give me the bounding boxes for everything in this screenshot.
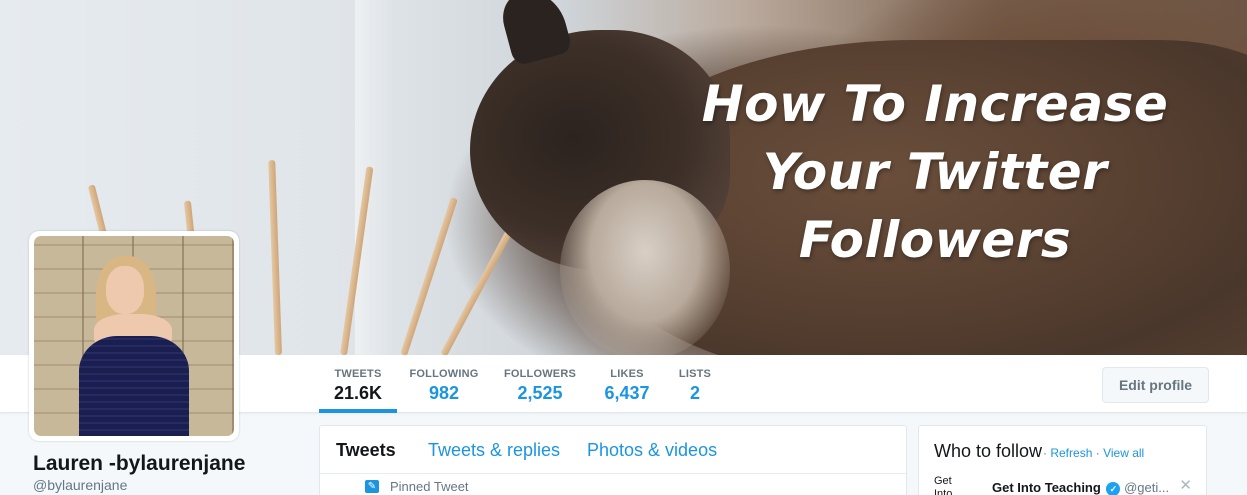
- stat-followers[interactable]: FOLLOWERS 2,525: [500, 355, 580, 413]
- suggestion-name: Get Into Teaching: [992, 480, 1101, 495]
- verified-icon: ✓: [1106, 481, 1121, 495]
- pin-icon: ✎: [365, 480, 379, 493]
- stat-value: 6,437: [604, 383, 650, 403]
- separator: ·: [1095, 446, 1100, 460]
- tab-tweets[interactable]: Tweets: [336, 440, 396, 461]
- suggestion-avatar[interactable]: Get Into: [934, 475, 970, 495]
- pinned-tweet-label: ✎ Pinned Tweet: [365, 479, 469, 494]
- avatar-dress: [79, 336, 189, 436]
- avatar[interactable]: [29, 231, 239, 441]
- profile-handle[interactable]: @bylaurenjane: [33, 477, 127, 493]
- timeline-tabs: Tweets Tweets & replies Photos & videos: [320, 426, 906, 474]
- stat-value: 21.6K: [333, 383, 383, 403]
- who-to-follow-title: Who to follow: [934, 441, 1043, 461]
- suggestion-user[interactable]: Get Into Teaching ✓ @geti...: [992, 480, 1169, 495]
- stat-likes[interactable]: LIKES 6,437: [598, 355, 656, 413]
- banner-headline: How To Increase Your Twitter Followers: [701, 75, 1169, 269]
- who-to-follow-links: · Refresh · View all: [1043, 446, 1144, 460]
- stat-tweets[interactable]: TWEETS 21.6K: [319, 355, 397, 413]
- stat-value: 2: [689, 383, 700, 403]
- stat-label: FOLLOWING: [409, 368, 479, 380]
- stat-following[interactable]: FOLLOWING 982: [405, 355, 483, 413]
- stat-value: 982: [428, 383, 460, 403]
- stat-label: LIKES: [610, 368, 644, 380]
- stat-lists[interactable]: LISTS 2: [672, 355, 718, 413]
- separator: ·: [1043, 446, 1047, 460]
- stat-label: TWEETS: [334, 368, 382, 380]
- tab-photos-videos[interactable]: Photos & videos: [587, 440, 717, 461]
- banner-window-frame: [355, 0, 395, 355]
- tab-tweets-replies[interactable]: Tweets & replies: [428, 440, 560, 461]
- view-all-link[interactable]: View all: [1103, 446, 1144, 460]
- refresh-link[interactable]: Refresh: [1050, 446, 1092, 460]
- avatar-photo: [34, 236, 234, 436]
- avatar-face: [106, 266, 144, 314]
- pinned-tweet-text: Pinned Tweet: [390, 479, 469, 494]
- stat-value: 2,525: [517, 383, 563, 403]
- stat-label: FOLLOWERS: [503, 368, 577, 380]
- banner-stick: [268, 159, 282, 355]
- stat-label: LISTS: [678, 368, 712, 380]
- close-icon[interactable]: ✕: [1179, 476, 1192, 494]
- banner-stick: [400, 196, 458, 355]
- profile-name[interactable]: Lauren -bylaurenjane: [33, 452, 245, 476]
- who-to-follow-card: Who to follow · Refresh · View all Get I…: [918, 425, 1207, 495]
- timeline-card: Tweets Tweets & replies Photos & videos …: [319, 425, 907, 495]
- edit-profile-button[interactable]: Edit profile: [1102, 367, 1209, 403]
- suggestion-handle: @geti...: [1124, 480, 1170, 495]
